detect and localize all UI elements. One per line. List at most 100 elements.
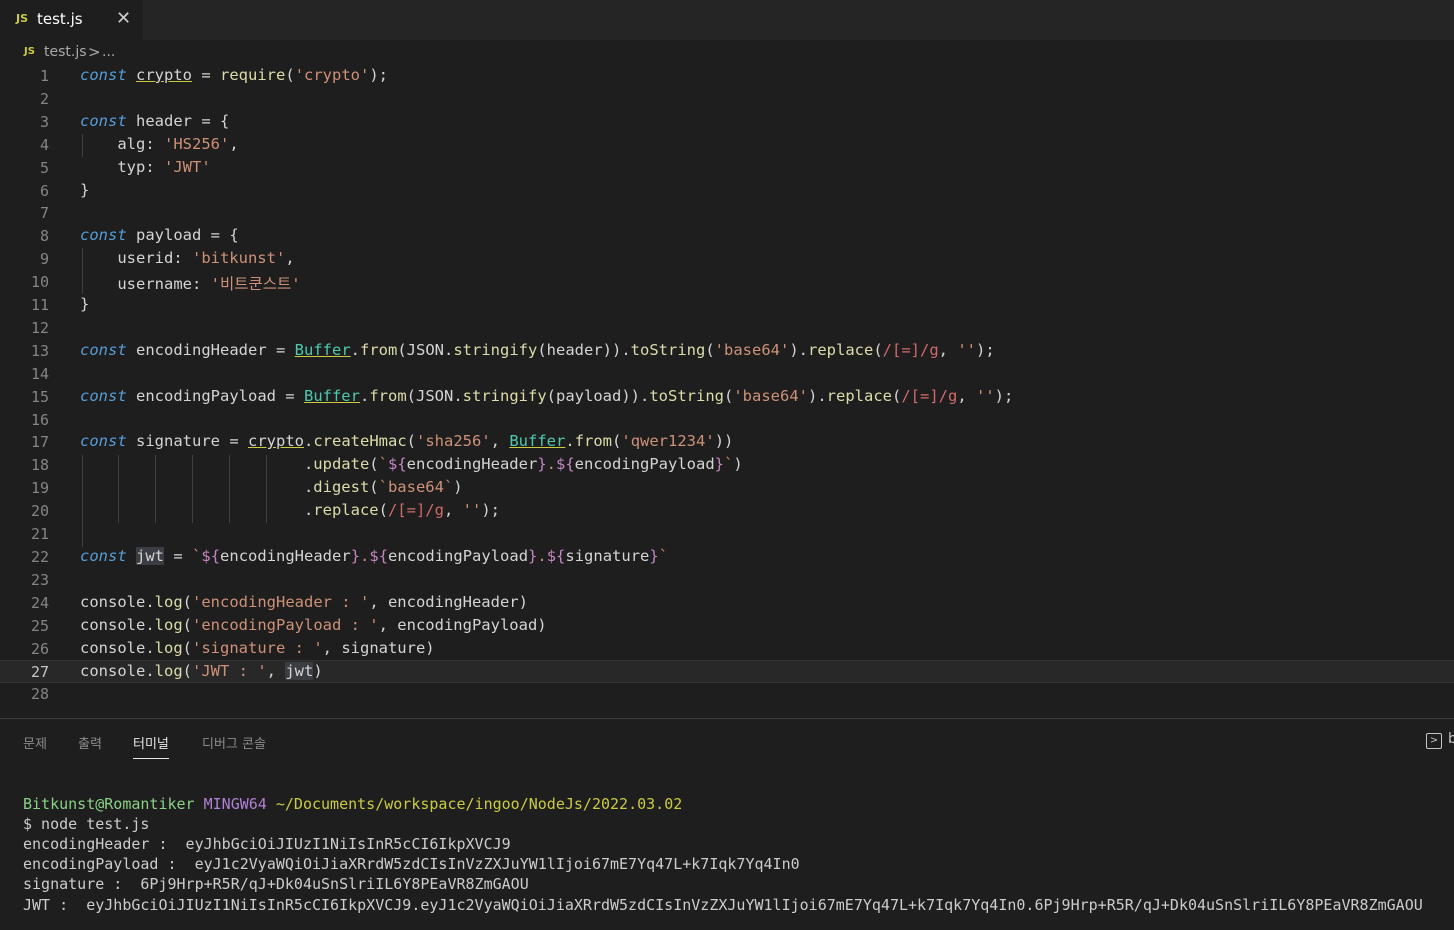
code-text[interactable]: console.log('signature : ', signature) <box>80 639 435 657</box>
close-icon[interactable]: ✕ <box>116 8 131 29</box>
code-line[interactable]: 11} <box>0 294 1454 317</box>
line-number: 6 <box>39 181 49 200</box>
javascript-file-icon: JS <box>16 12 29 25</box>
line-number: 25 <box>30 616 49 635</box>
tab-terminal[interactable]: 터미널 <box>133 733 169 759</box>
code-text[interactable]: .digest(`base64`) <box>80 478 463 496</box>
code-text[interactable]: const encodingHeader = Buffer.from(JSON.… <box>80 341 995 359</box>
line-number: 26 <box>30 639 49 658</box>
code-text[interactable]: alg: 'HS256', <box>80 135 238 153</box>
line-number: 14 <box>30 364 49 383</box>
line-number: 8 <box>39 227 49 246</box>
terminal-output-line: signature : 6Pj9Hrp+R5R/qJ+Dk04uSnSlriIL… <box>23 875 529 893</box>
line-number: 7 <box>39 204 49 223</box>
code-line[interactable]: 16 <box>0 409 1454 432</box>
line-number: 3 <box>39 112 49 131</box>
code-text[interactable]: console.log('encodingHeader : ', encodin… <box>80 593 528 611</box>
code-line[interactable]: 18 .update(`${encodingHeader}.${encoding… <box>0 454 1454 477</box>
code-line[interactable]: 20 .replace(/[=]/g, ''); <box>0 500 1454 523</box>
line-number: 9 <box>39 250 49 269</box>
terminal-host: MINGW64 <box>203 795 267 813</box>
code-text[interactable]: const signature = crypto.createHmac('sha… <box>80 432 733 450</box>
terminal-output-line: JWT : eyJhbGciOiJIUzI1NiIsInR5cCI6IkpXVC… <box>23 896 1423 914</box>
terminal-output-line: encodingHeader : eyJhbGciOiJIUzI1NiIsInR… <box>23 835 511 853</box>
line-number: 15 <box>30 387 49 406</box>
line-number: 17 <box>30 433 49 452</box>
code-line[interactable]: 10 username: '비트쿤스트' <box>0 271 1454 294</box>
breadcrumb-file[interactable]: test.js <box>44 44 87 60</box>
line-number: 5 <box>39 158 49 177</box>
javascript-file-icon: JS <box>24 46 35 57</box>
line-number: 4 <box>39 135 49 154</box>
code-line[interactable]: 1 const crypto = require('crypto'); <box>0 65 1454 88</box>
terminal-prompt: Bitkunst@Romantiker MINGW64 ~/Documents/… <box>23 795 682 813</box>
line-number: 20 <box>30 502 49 521</box>
line-number: 1 <box>39 67 49 85</box>
code-text[interactable]: typ: 'JWT' <box>80 158 210 176</box>
line-number: 28 <box>30 685 49 704</box>
code-line[interactable]: 12 <box>0 317 1454 340</box>
code-line[interactable]: 26 console.log('signature : ', signature) <box>0 638 1454 661</box>
tab-label: test.js <box>37 10 83 28</box>
code-line[interactable]: 14 <box>0 363 1454 386</box>
code-line[interactable]: 13 const encodingHeader = Buffer.from(JSO… <box>0 340 1454 363</box>
line-number: 24 <box>30 593 49 612</box>
line-number: 11 <box>30 296 49 314</box>
line-number: 16 <box>30 410 49 429</box>
line-number: 23 <box>30 570 49 589</box>
terminal-output-line: encodingPayload : eyJ1c2VyaWQiOiJiaXRrdW… <box>23 855 800 873</box>
line-number: 12 <box>30 318 49 337</box>
tab-test-js[interactable]: JS test.js ✕ <box>0 0 143 40</box>
bottom-panel: 문제 출력 터미널 디버그 콘솔 > b Bitkunst@Romantiker… <box>0 718 1454 930</box>
code-text[interactable]: const jwt = `${encodingHeader}.${encodin… <box>80 546 668 565</box>
code-line[interactable]: 7 <box>0 202 1454 225</box>
code-line[interactable]: 27 console.log('JWT : ', jwt) <box>0 660 1454 684</box>
code-editor[interactable]: 1 const crypto = require('crypto'); 2 3 cons… <box>0 65 1454 715</box>
line-number: 27 <box>30 663 49 682</box>
code-text[interactable]: console.log('encodingPayload : ', encodi… <box>80 616 547 634</box>
line-number: 21 <box>30 525 49 543</box>
code-text[interactable]: .replace(/[=]/g, ''); <box>80 501 500 519</box>
code-line[interactable]: 19 .digest(`base64`) <box>0 477 1454 500</box>
code-line[interactable]: 6} <box>0 180 1454 203</box>
code-line[interactable]: 23 <box>0 569 1454 592</box>
line-number: 22 <box>30 547 49 566</box>
code-text[interactable]: } <box>80 295 89 313</box>
code-line[interactable]: 24 console.log('encodingHeader : ', encod… <box>0 592 1454 615</box>
panel-right-label: b <box>1448 731 1454 747</box>
code-text[interactable]: const encodingPayload = Buffer.from(JSON… <box>80 387 1013 405</box>
code-text[interactable]: const crypto = require('crypto'); <box>80 66 388 84</box>
editor-tab-bar: JS test.js ✕ <box>0 0 1454 40</box>
code-line[interactable]: 25 console.log('encodingPayload : ', enco… <box>0 615 1454 638</box>
tab-debug-console[interactable]: 디버그 콘솔 <box>202 733 266 752</box>
code-line[interactable]: 22 const jwt = `${encodingHeader}.${encod… <box>0 546 1454 569</box>
code-line[interactable]: 17 const signature = crypto.createHmac('s… <box>0 431 1454 454</box>
code-text[interactable]: console.log('JWT : ', jwt) <box>80 662 323 681</box>
code-line[interactable]: 28 <box>0 683 1454 706</box>
code-line[interactable]: 2 <box>0 88 1454 111</box>
code-text[interactable]: username: '비트쿤스트' <box>80 272 300 294</box>
code-line[interactable]: 5 typ: 'JWT' <box>0 157 1454 180</box>
code-line[interactable]: 15 const encodingPayload = Buffer.from(JS… <box>0 386 1454 409</box>
tab-problems[interactable]: 문제 <box>23 733 47 752</box>
line-number: 18 <box>30 456 49 475</box>
tab-output[interactable]: 출력 <box>78 733 102 752</box>
code-text[interactable]: const payload = { <box>80 226 239 244</box>
line-number: 19 <box>30 479 49 498</box>
line-number: 10 <box>30 273 49 292</box>
line-number: 13 <box>30 341 49 360</box>
code-line[interactable]: 8 const payload = { <box>0 225 1454 248</box>
code-line[interactable]: 4 alg: 'HS256', <box>0 134 1454 157</box>
terminal-path: ~/Documents/workspace/ingoo/NodeJs/2022.… <box>275 795 683 813</box>
code-text[interactable]: userid: 'bitkunst', <box>80 249 294 267</box>
terminal-split-icon[interactable]: > <box>1426 733 1442 749</box>
code-text[interactable]: const header = { <box>80 112 229 130</box>
line-number: 2 <box>39 89 49 108</box>
code-line[interactable]: 9 userid: 'bitkunst', <box>0 248 1454 271</box>
code-text[interactable]: .update(`${encodingHeader}.${encodingPay… <box>80 455 743 473</box>
code-line[interactable]: 21 <box>0 523 1454 546</box>
terminal-user: Bitkunst@Romantiker <box>23 795 195 813</box>
code-text[interactable]: } <box>80 181 89 199</box>
breadcrumb-more[interactable]: ... <box>102 44 115 60</box>
code-line[interactable]: 3 const header = { <box>0 111 1454 134</box>
